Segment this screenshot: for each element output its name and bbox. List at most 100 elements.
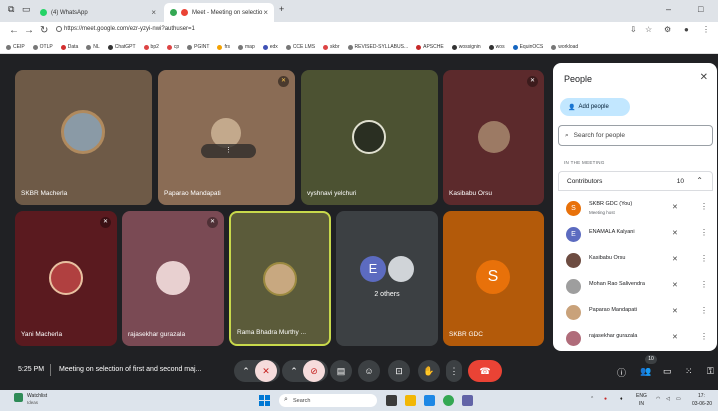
maximize-icon[interactable]: □ [698,4,703,14]
taskbar-search[interactable]: ⌕ Search [279,394,377,407]
bookmark-star-icon[interactable]: ☆ [645,25,652,34]
download-icon[interactable]: ⇩ [630,25,637,34]
store-icon[interactable] [424,395,435,406]
raise-hand-button[interactable]: ✋ [418,360,440,382]
watchlist-icon[interactable] [14,393,23,402]
leave-call-button[interactable]: ☎ [468,360,502,382]
tab-meet[interactable]: Meet - Meeting on selectio × [164,3,274,22]
bookmark[interactable]: frs [217,44,230,50]
bookmark[interactable]: cp [166,44,179,50]
bookmark[interactable]: REVISED-SYLLABUS... [347,44,408,50]
back-icon[interactable]: ← [9,25,19,36]
close-tab-icon[interactable]: × [151,8,156,17]
bookmark[interactable]: workload [551,44,578,50]
bookmark[interactable]: OTLP [32,44,53,50]
participant-row[interactable]: rajasekhar gurazala ✕ ⋮ [558,326,713,351]
site-info-icon[interactable] [56,26,62,32]
bookmark[interactable]: wos [488,44,505,50]
bookmark[interactable]: CCE LMS [285,44,315,50]
bookmark[interactable]: map [238,44,255,50]
participant-tile[interactable]: SKBR Macherla [15,70,152,205]
people-icon[interactable]: 👥 [640,366,651,377]
bookmark[interactable]: wossignin [451,44,481,50]
participant-tile-active-speaker[interactable]: Rama Bhadra Murthy ... [229,211,331,346]
chat-icon[interactable]: ▭ [663,366,672,377]
more-options-button[interactable]: ⋮ [446,360,462,382]
close-tab-icon[interactable]: × [263,8,268,17]
more-options-icon[interactable]: ⋮ [700,202,708,211]
mic-off-icon[interactable]: ✕ [672,307,678,315]
battery-icon[interactable]: ▭ [676,396,681,402]
more-options-icon[interactable]: ⋮ [700,228,708,237]
mic-off-button[interactable]: ✕ [255,360,277,382]
reload-icon[interactable]: ↻ [40,25,48,36]
participant-tile[interactable]: S SKBR GDC [443,211,544,346]
participant-tile[interactable]: ✕ rajasekhar gurazala [122,211,224,346]
bookmark[interactable]: ChatGPT [107,44,136,50]
participant-row[interactable]: Kasibabu Orsu ✕ ⋮ [558,248,713,274]
file-explorer-icon[interactable] [405,395,416,406]
bookmark[interactable]: NL [86,44,100,50]
participant-row[interactable]: S SKBR GDC (You) Meeting host ✕ ⋮ [558,196,713,222]
participant-name: vyshnavi yelchuri [307,190,357,197]
mic-off-icon[interactable]: ✕ [672,203,678,211]
participant-tile[interactable]: ✕ Kasibabu Orsu [443,70,544,205]
clock-time[interactable]: 17: [698,393,705,399]
bookmark[interactable]: PGINT [187,44,209,50]
close-icon[interactable]: ✕ [700,72,708,83]
bookmark[interactable]: APSCHE [416,44,444,50]
more-options-icon[interactable]: ⋮ [700,254,708,263]
people-search-input[interactable]: ⌕ Search for people [558,125,713,146]
forward-icon[interactable]: → [24,25,34,36]
more-options-icon[interactable]: ⋮ [700,280,708,289]
extensions-icon[interactable]: ⚙ [664,25,671,34]
info-icon[interactable]: ⓘ [617,366,626,379]
tray-chevron-icon[interactable]: ⌃ [590,396,594,402]
captions-button[interactable]: ▤ [330,360,352,382]
menu-icon[interactable]: ⋮ [702,25,710,34]
bookmark[interactable]: skbr [323,44,340,50]
participant-row[interactable]: Mohan Rao Salivendra ✕ ⋮ [558,274,713,300]
start-icon[interactable] [259,395,270,406]
add-people-button[interactable]: 👤 Add people [560,98,630,116]
wifi-icon[interactable]: ◠ [656,396,660,402]
emoji-button[interactable]: ☺ [358,360,380,382]
bookmark[interactable]: bp2 [143,44,159,50]
more-options-icon[interactable]: ⋮ [700,306,708,315]
new-tab-icon[interactable]: + [279,4,284,14]
bookmark[interactable]: CEIP [6,44,25,50]
camera-off-button[interactable]: ⊘ [303,360,325,382]
participant-tile[interactable]: ✕ Yani Macherla [15,211,117,346]
profile-icon[interactable]: ● [684,25,689,34]
tab-list-icon[interactable]: ▭ [22,4,31,15]
activities-icon[interactable]: ⁙ [685,366,693,377]
tray-app-icon[interactable]: ● [604,396,607,402]
host-controls-icon[interactable]: ⚿ [707,366,714,377]
teams-icon[interactable] [462,395,473,406]
tab-whatsapp[interactable]: (4) WhatsApp × [34,3,162,22]
present-button[interactable]: ⊡ [388,360,410,382]
tab-actions-icon[interactable]: ⧉ [8,4,14,15]
mic-off-icon[interactable]: ✕ [672,229,678,237]
volume-icon[interactable]: ◁ [666,396,670,402]
bookmark[interactable]: EquinOCS [512,44,543,50]
participant-row[interactable]: E ENAMALA Kalyani ✕ ⋮ [558,222,713,248]
participant-row[interactable]: Paparao Mandapati ✕ ⋮ [558,300,713,326]
contributors-header[interactable]: Contributors 10 ⌃ [558,171,713,191]
tray-app-icon[interactable]: ♦ [620,396,623,402]
participant-tile[interactable]: ✕ ⋮ Paparao Mandapati [158,70,295,205]
mic-off-icon[interactable]: ✕ [672,255,678,263]
tile-options-icon[interactable]: ⋮ [201,144,256,158]
participant-tile[interactable]: vyshnavi yelchuri [301,70,438,205]
url-text[interactable]: https://meet.google.com/ezr-yzyi-nwi?aut… [64,26,195,32]
chrome-icon[interactable] [443,395,454,406]
bookmark[interactable]: edx [262,44,278,50]
others-tile[interactable]: E 2 others [336,211,438,346]
more-options-icon[interactable]: ⋮ [700,332,708,341]
language-indicator[interactable]: ENG [636,393,647,399]
mic-off-icon[interactable]: ✕ [672,281,678,289]
task-view-icon[interactable] [386,395,397,406]
minimize-icon[interactable]: – [666,4,671,14]
bookmark[interactable]: Data [60,44,78,50]
mic-off-icon[interactable]: ✕ [672,333,678,341]
